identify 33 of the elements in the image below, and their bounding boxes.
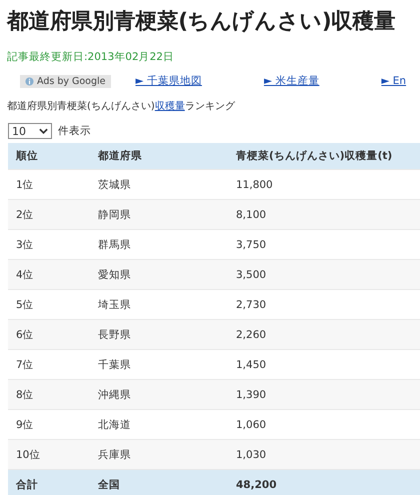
last-updated-date: 記事最終更新日:2013年02月22日 [7,50,175,64]
info-icon [25,76,34,86]
caret-icon [39,128,48,134]
table-cell: 長野県 [90,320,228,350]
table-cell: 6位 [8,320,90,350]
table-cell: 静岡県 [90,200,228,230]
table-cell: 1,030 [228,440,420,470]
table-cell: 8位 [8,380,90,410]
ad-link[interactable]: ► En [381,75,406,87]
page-size-select[interactable]: 10 [8,123,52,139]
total-cell: 全国 [90,470,228,495]
column-header[interactable]: 青梗菜(ちんげんさい)収穫量(t) [228,143,420,170]
ads-label[interactable]: Ads by Google [20,74,111,88]
table-cell: 10位 [8,440,90,470]
harvest-link[interactable]: 収穫量 [154,101,185,112]
table-cell: 3,500 [228,260,420,290]
ranking-caption: 都道府県別青梗菜(ちんげんさい)収穫量ランキング [7,100,236,113]
page-size-label: 件表示 [58,124,91,138]
column-header[interactable]: 順位 [8,143,90,170]
table-cell: 2,260 [228,320,420,350]
page-title: 都道府県別青梗菜(ちんげんさい)収穫量 [6,8,396,36]
table-cell: 4位 [8,260,90,290]
table-cell: 愛知県 [90,260,228,290]
ad-link[interactable]: ► 米生産量 [264,74,320,88]
total-cell: 合計 [8,470,90,495]
table-cell: 8,100 [228,200,420,230]
table-cell: 沖縄県 [90,380,228,410]
table-cell: 1,390 [228,380,420,410]
table-cell: 兵庫県 [90,440,228,470]
column-header[interactable]: 都道府県 [90,143,228,170]
ad-link[interactable]: ► 千葉県地図 [136,74,202,88]
table-cell: 2位 [8,200,90,230]
total-cell: 48,200 [228,470,420,495]
